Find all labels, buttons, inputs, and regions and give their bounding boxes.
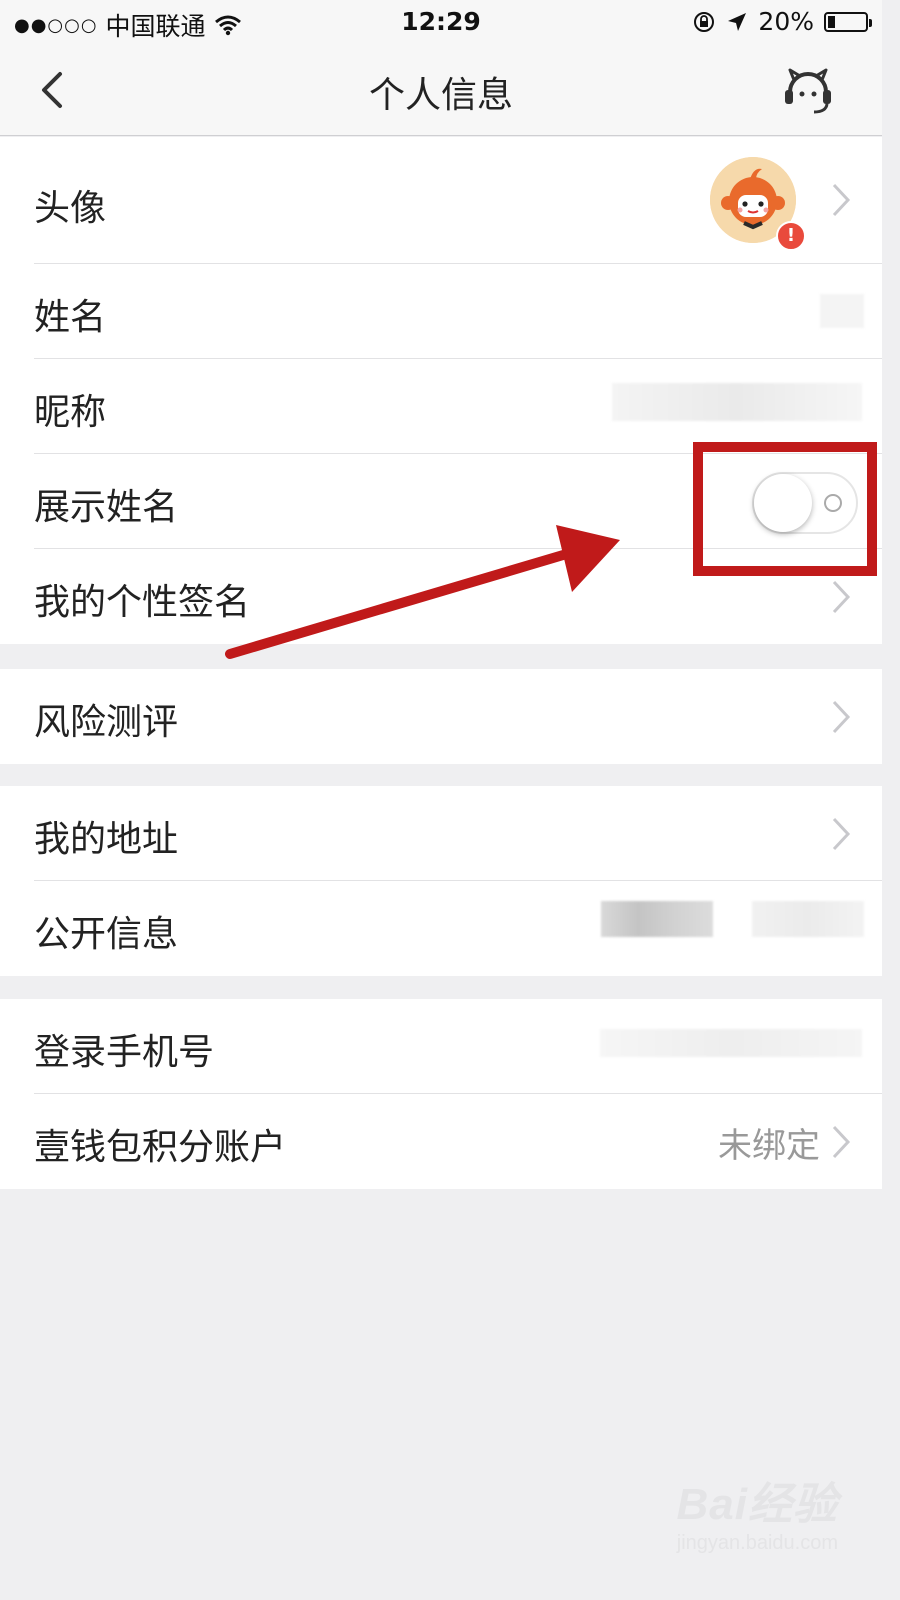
address-group: 我的地址 公开信息 <box>0 786 882 976</box>
nickname-label: 昵称 <box>34 392 107 433</box>
chevron-right-icon <box>832 817 851 851</box>
page-title: 个人信息 <box>368 75 513 116</box>
avatar-row[interactable]: 头像 ! <box>0 137 882 264</box>
name-row[interactable]: 姓名 <box>0 264 882 359</box>
name-label: 姓名 <box>34 297 107 338</box>
battery-fill <box>828 15 835 28</box>
location-arrow-icon <box>728 12 747 31</box>
chevron-right-icon <box>832 183 851 217</box>
alert-badge: ! <box>776 221 806 251</box>
status-bar: ●●○○○ 中国联通 12:29 20% <box>0 0 882 44</box>
rotation-lock-icon <box>694 11 715 32</box>
chevron-right-icon <box>832 1125 851 1159</box>
risk-label: 风险测评 <box>34 702 179 743</box>
signature-label: 我的个性签名 <box>34 582 251 623</box>
nickname-row[interactable]: 昵称 <box>0 359 882 454</box>
avatar[interactable]: ! <box>710 157 806 251</box>
watermark-main: Bai经验 <box>676 1480 838 1529</box>
public-info-row[interactable]: 公开信息 <box>0 881 882 976</box>
annotation-highlight-box <box>693 442 877 576</box>
chevron-right-icon <box>832 580 851 614</box>
show-name-label: 展示姓名 <box>34 487 179 528</box>
watermark-sub: jingyan.baidu.com <box>676 1532 838 1554</box>
navigation-bar: 个人信息 <box>0 44 882 136</box>
points-account-status: 未绑定 <box>718 1126 820 1166</box>
login-phone-row[interactable]: 登录手机号 <box>0 999 882 1094</box>
login-phone-label: 登录手机号 <box>34 1032 215 1073</box>
risk-group: 风险测评 <box>0 669 882 764</box>
avatar-label: 头像 <box>34 188 107 229</box>
redacted-value <box>820 294 864 328</box>
battery-tip <box>869 18 872 27</box>
redacted-value <box>612 383 862 421</box>
account-group: 登录手机号 壹钱包积分账户 未绑定 <box>0 999 882 1189</box>
redacted-value <box>752 901 864 937</box>
points-account-row[interactable]: 壹钱包积分账户 未绑定 <box>0 1094 882 1189</box>
address-row[interactable]: 我的地址 <box>0 786 882 881</box>
battery-icon <box>824 11 872 32</box>
redacted-value <box>601 901 713 937</box>
public-info-label: 公开信息 <box>34 914 179 955</box>
battery-percent: 20% <box>758 7 814 36</box>
points-account-label: 壹钱包积分账户 <box>34 1127 287 1168</box>
baidu-watermark: Bai经验 jingyan.baidu.com <box>677 1468 838 1555</box>
risk-assessment-row[interactable]: 风险测评 <box>0 669 882 764</box>
address-label: 我的地址 <box>34 819 179 860</box>
redacted-value <box>600 1029 862 1057</box>
status-right: 20% <box>692 7 872 36</box>
chevron-right-icon <box>832 700 851 734</box>
customer-service-icon[interactable] <box>780 62 836 118</box>
